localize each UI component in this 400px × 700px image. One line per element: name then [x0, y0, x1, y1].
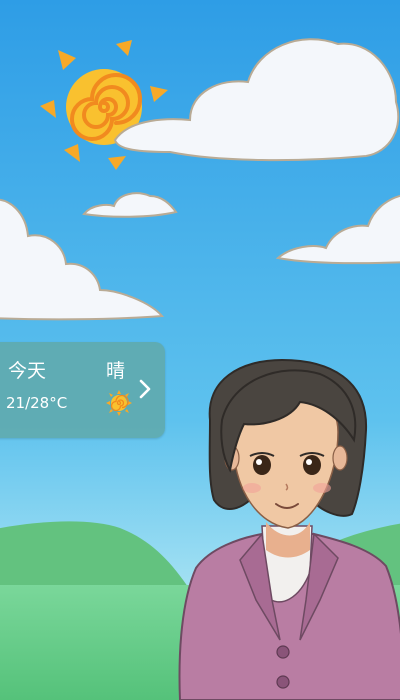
- day-label: 今天: [8, 360, 47, 382]
- today-weather-card[interactable]: 今天 晴 21/28°C: [0, 342, 165, 438]
- temperature-range: 21/28°C: [6, 394, 68, 412]
- sun-icon: [106, 390, 132, 416]
- condition-label: 晴: [106, 360, 126, 382]
- chevron-right-icon[interactable]: [138, 376, 152, 402]
